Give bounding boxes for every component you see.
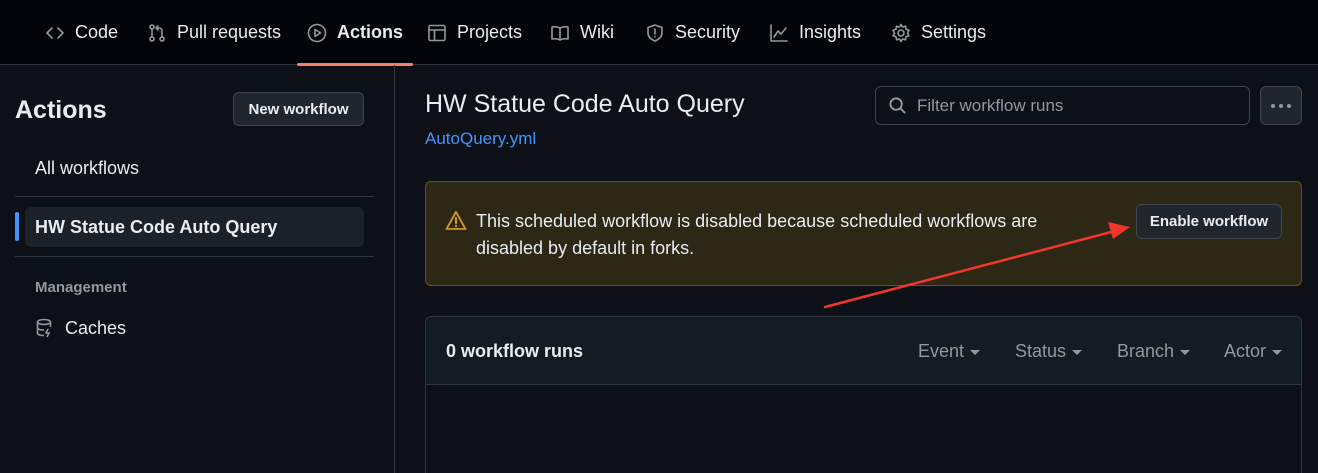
tab-wiki[interactable]: Wiki (550, 0, 614, 65)
filter-event[interactable]: Event (918, 341, 981, 362)
alert-icon (445, 211, 467, 230)
shield-icon (647, 23, 663, 42)
workflow-runs-panel: 0 workflow runs Event Status Branch Acto… (425, 316, 1302, 473)
workflow-file-link[interactable]: AutoQuery.yml (425, 129, 536, 149)
filter-label: Branch (1117, 341, 1175, 361)
search-input[interactable] (917, 95, 1237, 116)
filter-branch[interactable]: Branch (1117, 341, 1191, 362)
tab-pull-requests[interactable]: Pull requests (147, 0, 281, 65)
divider (15, 196, 374, 197)
play-icon (307, 23, 327, 42)
filter-label: Event (918, 341, 965, 361)
sidebar-item-hw-statue-code-auto-query[interactable]: HW Statue Code Auto Query (25, 207, 364, 247)
disabled-workflow-banner: This scheduled workflow is disabled beca… (425, 181, 1302, 286)
triangle-down-icon (1272, 350, 1283, 355)
sidebar-title: Actions (15, 96, 107, 124)
kebab-horizontal-icon (1271, 103, 1291, 108)
code-icon (46, 26, 64, 39)
banner-message: This scheduled workflow is disabled beca… (476, 211, 1038, 258)
search-icon (889, 97, 906, 114)
database-icon (36, 318, 52, 338)
gear-icon (892, 23, 910, 42)
sidebar-item-all-workflows[interactable]: All workflows (25, 148, 364, 188)
tab-label: Wiki (580, 22, 614, 42)
pull-request-icon (149, 23, 165, 42)
tab-actions[interactable]: Actions (296, 0, 414, 66)
tab-label: Code (75, 22, 119, 42)
divider (15, 256, 374, 257)
tab-projects[interactable]: Projects (427, 0, 522, 65)
tab-label: Settings (921, 22, 987, 42)
tab-security[interactable]: Security (645, 0, 740, 65)
enable-workflow-button[interactable]: Enable workflow (1136, 204, 1282, 239)
filter-label: Status (1015, 341, 1067, 361)
filter-label: Actor (1224, 341, 1267, 361)
filter-runs-search[interactable] (875, 86, 1250, 125)
sidebar-item-caches[interactable]: Caches (35, 308, 374, 348)
tab-label: Security (675, 22, 741, 42)
tab-label: Insights (799, 22, 862, 42)
tab-settings[interactable]: Settings (891, 0, 986, 65)
sidebar-item-label: Caches (65, 317, 127, 338)
filter-status[interactable]: Status (1015, 341, 1083, 362)
tab-label: Actions (337, 22, 404, 42)
runs-header: 0 workflow runs Event Status Branch Acto… (426, 317, 1301, 385)
book-icon (551, 25, 569, 41)
actions-sidebar: Actions New workflow All workflows HW St… (0, 65, 395, 473)
repo-nav: Code Pull requests Actions Projects Wiki… (0, 0, 1318, 66)
new-workflow-button[interactable]: New workflow (233, 92, 364, 126)
more-options-button[interactable] (1260, 86, 1302, 125)
table-icon (428, 24, 446, 41)
tab-code[interactable]: Code (45, 0, 118, 65)
sidebar-item-label: All workflows (35, 157, 140, 178)
selected-indicator (15, 212, 19, 241)
triangle-down-icon (970, 350, 981, 355)
tab-insights[interactable]: Insights (769, 0, 861, 65)
tab-label: Projects (457, 22, 523, 42)
runs-count: 0 workflow runs (446, 341, 584, 361)
filter-actor[interactable]: Actor (1224, 341, 1283, 362)
graph-icon (770, 23, 788, 42)
triangle-down-icon (1072, 350, 1083, 355)
triangle-down-icon (1180, 350, 1191, 355)
tab-label: Pull requests (177, 22, 282, 42)
workflow-title: HW Statue Code Auto Query (425, 90, 745, 118)
sidebar-item-label: HW Statue Code Auto Query (35, 216, 278, 237)
management-heading: Management (35, 279, 127, 296)
